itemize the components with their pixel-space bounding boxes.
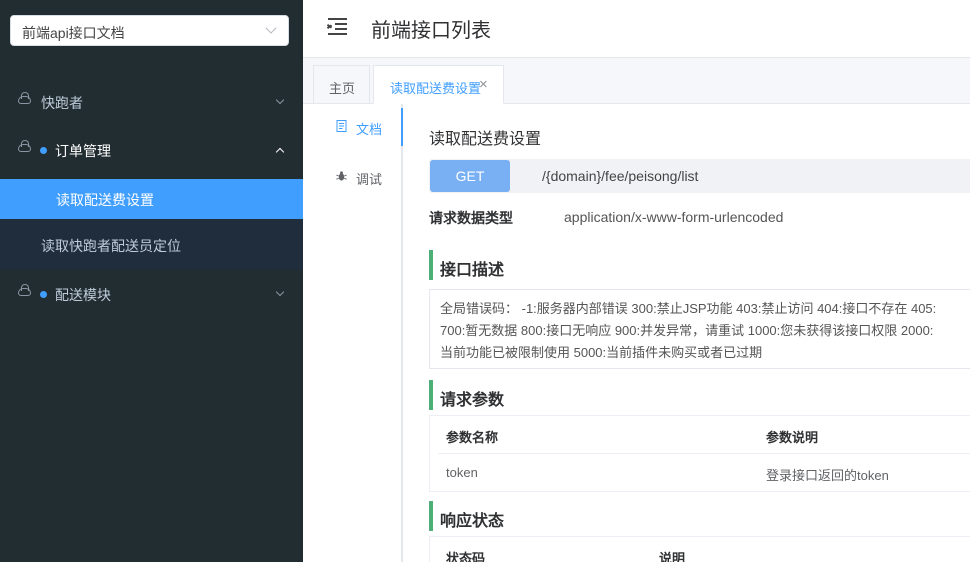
menu-item-label: 订单管理 (55, 143, 111, 159)
section-accent-bar (429, 250, 433, 280)
chevron-down-icon (265, 22, 277, 34)
column-header: 状态码 (446, 551, 486, 562)
description-line: 当前功能已被限制使用 5000:当前插件未购买或者已过期 (440, 345, 763, 360)
section-accent-bar (429, 380, 433, 410)
project-select-value: 前端api接口文档 (22, 25, 125, 41)
document-icon (336, 120, 347, 132)
menu-item-label: 快跑者 (41, 95, 83, 111)
tab-debug[interactable]: 调试 (303, 156, 401, 196)
tab-label: 文档 (356, 122, 383, 137)
sidebar: 前端api接口文档 快跑者 订单管理 读取配送费设置 读取快跑者配送员定位 配送… (0, 0, 303, 562)
column-header: 参数说明 (766, 430, 819, 445)
submenu-item-delivery-fee-settings[interactable]: 读取配送费设置 (0, 179, 303, 219)
request-type-label: 请求数据类型 (429, 210, 513, 226)
section-title: 响应状态 (440, 513, 505, 530)
tab-label: 调试 (356, 172, 383, 187)
menu-item-delivery-module[interactable]: 配送模块 (0, 270, 303, 318)
section-title: 请求参数 (440, 392, 505, 409)
table-cell: 登录接口返回的token (766, 468, 889, 483)
endpoint-bar: GET /{domain}/fee/peisong/list (429, 159, 970, 193)
status-dot-icon (40, 147, 47, 154)
close-icon[interactable]: × (479, 76, 488, 93)
section-title: 接口描述 (440, 262, 505, 279)
description-line: 全局错误码： -1:服务器内部错误 300:禁止JSP功能 403:禁止访问 4… (440, 301, 937, 316)
bug-icon (336, 171, 347, 181)
menu-item-order-management[interactable]: 订单管理 (0, 126, 303, 174)
chevron-up-icon (275, 147, 285, 157)
menu-item-kuaipaozhe[interactable]: 快跑者 (0, 78, 303, 126)
description-line: 700:暂无数据 800:接口无响应 900:并发异常，请重试 1000:您未获… (440, 323, 934, 338)
column-header: 参数名称 (446, 430, 499, 445)
page-title: 前端接口列表 (371, 20, 491, 42)
tab-label: 读取配送费设置 (390, 81, 482, 96)
tab-label: 主页 (329, 81, 356, 96)
http-method-badge: GET (430, 160, 510, 192)
description-box: 全局错误码： -1:服务器内部错误 300:禁止JSP功能 403:禁止访问 4… (429, 289, 970, 369)
submenu-item-label: 读取快跑者配送员定位 (41, 238, 181, 254)
tab-document[interactable]: 文档 (303, 106, 401, 146)
endpoint-url: /{domain}/fee/peisong/list (542, 168, 699, 184)
status-dot-icon (40, 291, 47, 298)
params-table: 参数名称 参数说明 token 登录接口返回的token (429, 415, 970, 492)
section-description: 接口描述 (429, 250, 970, 280)
header: 前端接口列表 (303, 0, 970, 58)
section-accent-bar (429, 501, 433, 531)
table-row: token 登录接口返回的token (438, 454, 970, 492)
doc-title: 读取配送费设置 (429, 131, 542, 148)
cloud-icon (18, 92, 31, 104)
submenu-item-courier-location[interactable]: 读取快跑者配送员定位 (0, 219, 303, 270)
table-header-row: 参数名称 参数说明 (438, 416, 970, 454)
table-cell: token (446, 465, 478, 480)
section-request-params: 请求参数 (429, 380, 970, 410)
chevron-down-icon (275, 287, 285, 297)
project-select[interactable]: 前端api接口文档 (10, 15, 289, 46)
section-response-status: 响应状态 (429, 501, 970, 531)
table-header-row: 状态码 说明 (438, 537, 970, 562)
tab-delivery-fee-settings[interactable]: 读取配送费设置 × (373, 65, 504, 104)
doc-debug-tabs: 文档 调试 (303, 104, 403, 562)
tab-bar: 主页 读取配送费设置 × (303, 58, 970, 104)
collapse-menu-icon[interactable] (326, 18, 347, 35)
menu-item-label: 配送模块 (55, 287, 111, 303)
cloud-icon (18, 140, 31, 152)
cloud-icon (18, 284, 31, 296)
doc-content: 读取配送费设置 GET /{domain}/fee/peisong/list 请… (403, 104, 970, 562)
chevron-down-icon (275, 95, 285, 105)
column-header: 说明 (659, 551, 686, 562)
request-type-value: application/x-www-form-urlencoded (564, 209, 784, 225)
response-table: 状态码 说明 (429, 536, 970, 562)
tab-home[interactable]: 主页 (313, 65, 370, 104)
submenu-item-label: 读取配送费设置 (56, 192, 154, 208)
